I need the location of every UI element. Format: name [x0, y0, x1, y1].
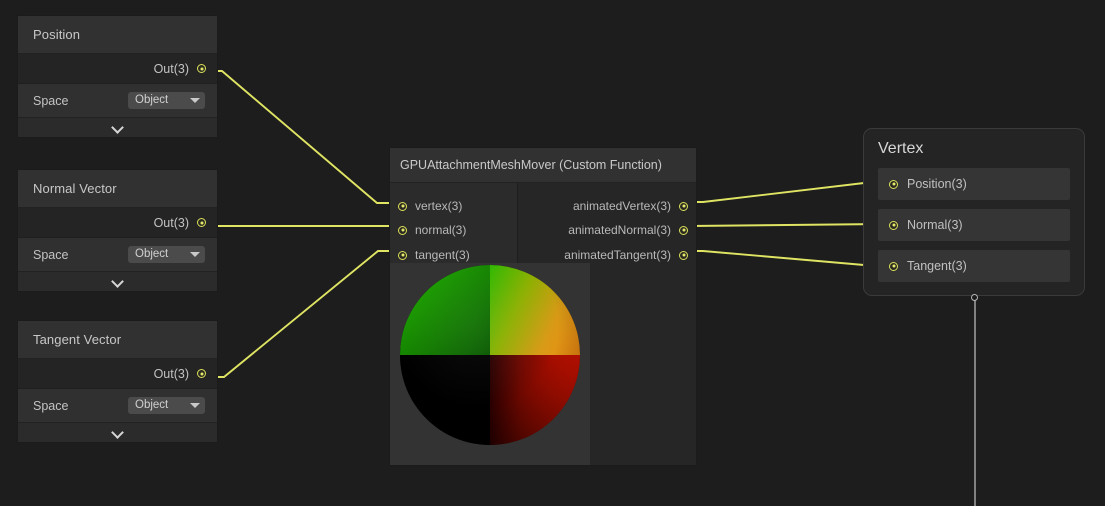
node-normal-vector-space-label: Space: [33, 247, 69, 262]
node-position-output-label: Out(3): [153, 61, 189, 76]
output-row-animated-normal[interactable]: animatedNormal(3): [568, 218, 696, 242]
node-position-space-value: Object: [135, 93, 169, 106]
chevron-down-icon: [190, 98, 200, 103]
vertex-row-tangent[interactable]: Tangent(3): [878, 250, 1070, 282]
node-tangent-vector-output-row[interactable]: Out(3): [18, 359, 217, 389]
node-tangent-vector-space-label: Space: [33, 398, 69, 413]
node-position-header[interactable]: Position: [18, 16, 217, 54]
wire-tangent-to-tangent: [210, 250, 399, 378]
output-label-animated-tangent: animatedTangent(3): [564, 248, 671, 262]
chevron-down-icon: [112, 122, 123, 133]
node-position-space-row: Space Object: [18, 84, 217, 118]
port-vertex-position[interactable]: [889, 179, 898, 189]
port-output-animated-tangent[interactable]: [679, 250, 688, 260]
input-label-normal: normal(3): [415, 223, 467, 237]
graph-canvas[interactable]: Position Out(3) Space Object Normal Vect…: [0, 0, 1105, 506]
node-custom-function[interactable]: GPUAttachmentMeshMover (Custom Function)…: [390, 148, 696, 465]
port-input-tangent[interactable]: [398, 250, 407, 260]
node-normal-vector-header[interactable]: Normal Vector: [18, 170, 217, 208]
vertex-label-normal: Normal(3): [907, 218, 963, 232]
sphere-preview: [400, 265, 580, 445]
port-input-vertex[interactable]: [398, 201, 407, 211]
node-normal-vector-output-label: Out(3): [153, 215, 189, 230]
node-position[interactable]: Position Out(3) Space Object: [18, 16, 217, 137]
node-custom-function-preview[interactable]: [390, 263, 590, 465]
port-position-out[interactable]: [197, 64, 206, 73]
node-vertex[interactable]: Vertex Position(3) Normal(3) Tangent(3): [863, 128, 1085, 296]
preview-sphere-shading: [400, 265, 580, 445]
node-custom-function-title: GPUAttachmentMeshMover (Custom Function): [400, 158, 662, 172]
input-label-tangent: tangent(3): [415, 248, 470, 262]
node-normal-vector[interactable]: Normal Vector Out(3) Space Object: [18, 170, 217, 291]
vertex-label-position: Position(3): [907, 177, 967, 191]
node-normal-vector-space-value: Object: [135, 247, 169, 260]
chevron-down-icon: [190, 403, 200, 408]
chevron-down-icon: [112, 276, 123, 287]
node-normal-vector-expander[interactable]: [18, 272, 217, 291]
output-row-animated-vertex[interactable]: animatedVertex(3): [573, 194, 696, 218]
port-input-normal[interactable]: [398, 225, 407, 235]
node-tangent-vector-output-label: Out(3): [153, 366, 189, 381]
wire-animatednormal-to-normal: [689, 223, 885, 227]
node-tangent-vector-space-value: Object: [135, 398, 169, 411]
output-label-animated-vertex: animatedVertex(3): [572, 199, 671, 213]
vertex-row-normal[interactable]: Normal(3): [878, 209, 1070, 241]
node-tangent-vector-title: Tangent Vector: [33, 332, 122, 347]
chevron-down-icon: [190, 252, 200, 257]
input-row-vertex[interactable]: vertex(3): [390, 194, 462, 218]
node-normal-vector-title: Normal Vector: [33, 181, 117, 196]
node-position-title: Position: [33, 27, 81, 42]
node-normal-vector-output-row[interactable]: Out(3): [18, 208, 217, 238]
input-row-normal[interactable]: normal(3): [390, 218, 466, 242]
wire-position-to-vertex: [210, 70, 399, 204]
node-tangent-vector-space-dropdown[interactable]: Object: [128, 397, 205, 414]
output-label-animated-normal: animatedNormal(3): [568, 223, 671, 237]
chevron-down-icon: [112, 427, 123, 438]
wire-animatedvertex-to-position: [690, 182, 884, 203]
node-position-output-row[interactable]: Out(3): [18, 54, 217, 84]
node-position-expander[interactable]: [18, 118, 217, 137]
input-label-vertex: vertex(3): [415, 199, 463, 213]
node-vertex-title: Vertex: [878, 140, 924, 157]
vertex-downstream-handle[interactable]: [971, 294, 978, 301]
port-vertex-normal[interactable]: [889, 220, 898, 230]
port-output-animated-normal[interactable]: [679, 225, 688, 235]
node-custom-function-header[interactable]: GPUAttachmentMeshMover (Custom Function): [390, 148, 696, 183]
port-vertex-tangent[interactable]: [889, 261, 898, 271]
wire-animatedtangent-to-tangent: [690, 250, 884, 266]
vertex-row-position[interactable]: Position(3): [878, 168, 1070, 200]
node-position-space-dropdown[interactable]: Object: [128, 92, 205, 109]
node-tangent-vector-space-row: Space Object: [18, 389, 217, 423]
node-tangent-vector-header[interactable]: Tangent Vector: [18, 321, 217, 359]
node-tangent-vector-expander[interactable]: [18, 423, 217, 442]
port-output-animated-vertex[interactable]: [679, 201, 688, 211]
node-tangent-vector[interactable]: Tangent Vector Out(3) Space Object: [18, 321, 217, 442]
node-custom-function-body: vertex(3) normal(3) tangent(3) animatedV…: [390, 183, 696, 263]
node-normal-vector-space-row: Space Object: [18, 238, 217, 272]
node-normal-vector-space-dropdown[interactable]: Object: [128, 246, 205, 263]
vertex-label-tangent: Tangent(3): [907, 259, 967, 273]
port-normal-vector-out[interactable]: [197, 218, 206, 227]
node-position-space-label: Space: [33, 93, 69, 108]
port-tangent-vector-out[interactable]: [197, 369, 206, 378]
